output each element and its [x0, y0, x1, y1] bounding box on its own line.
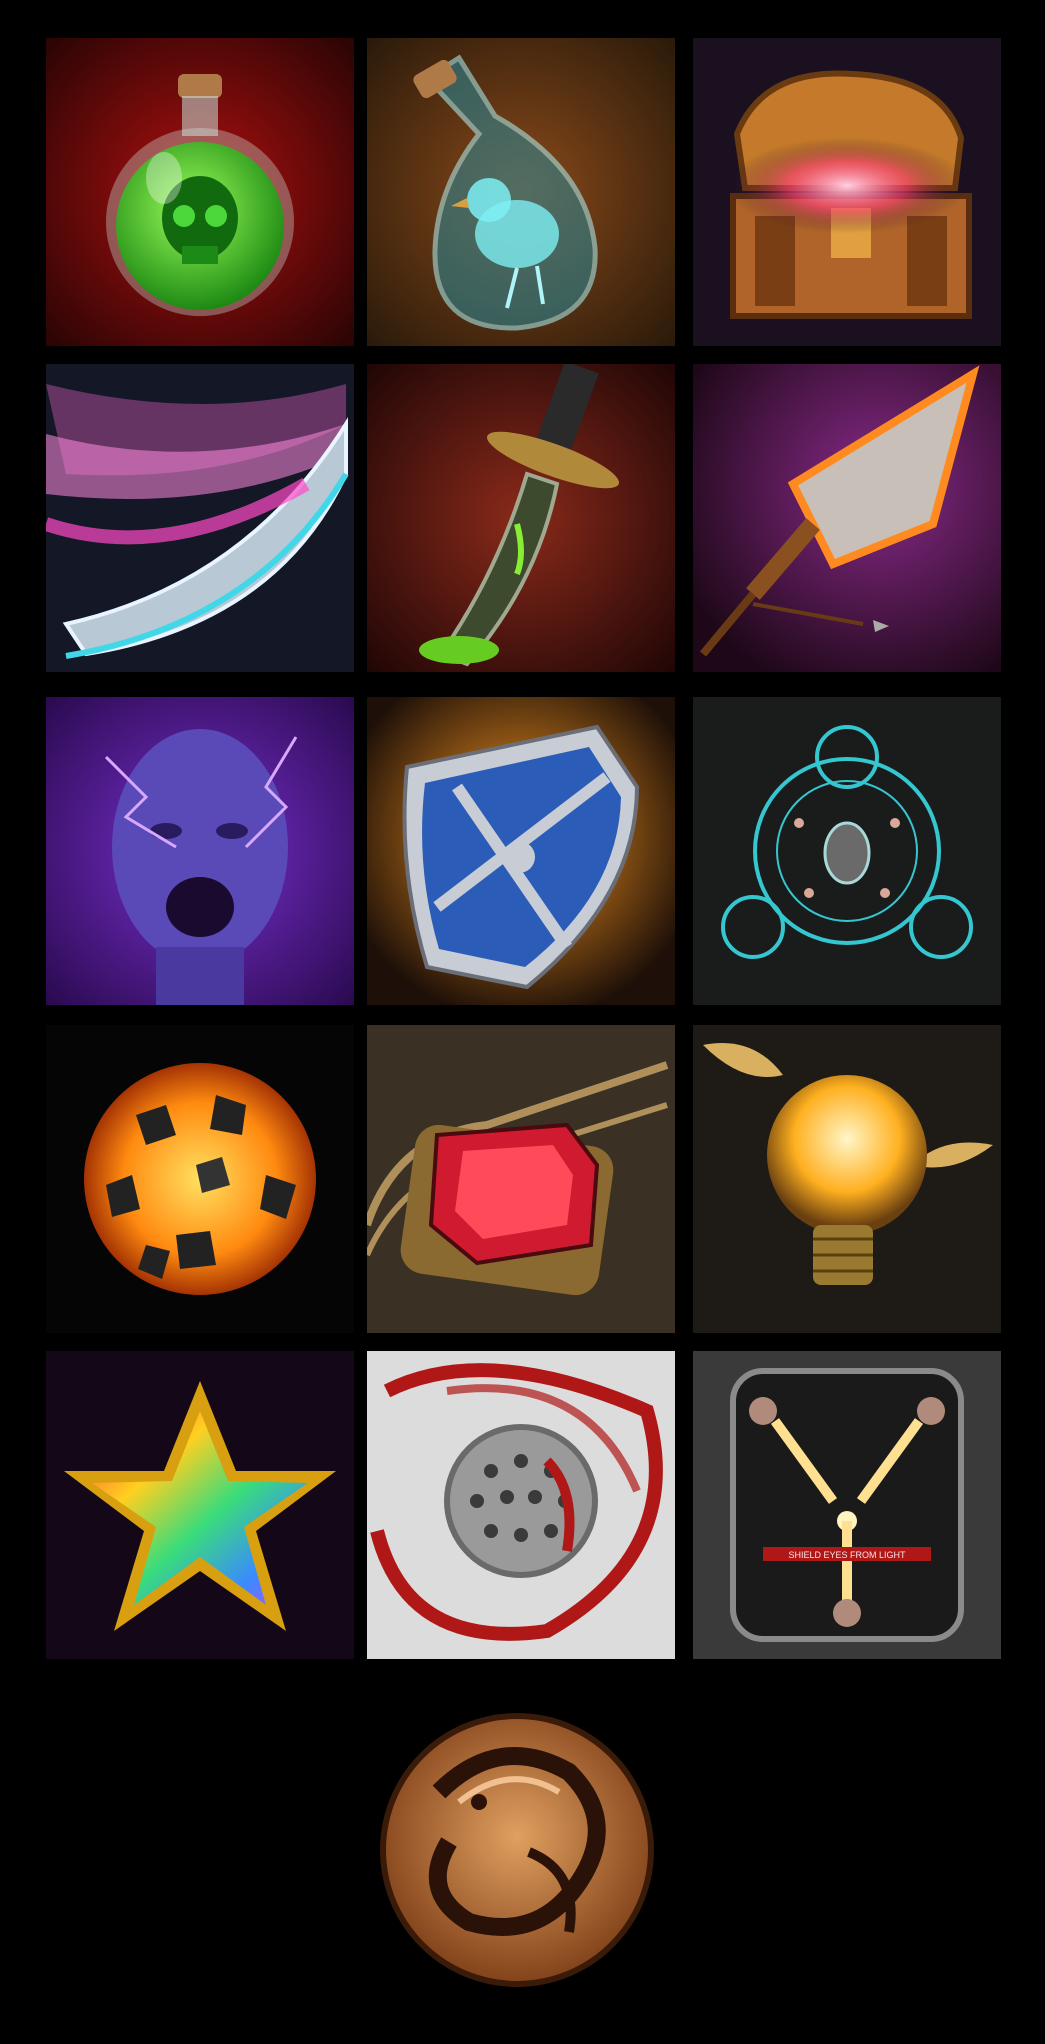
winged-lightbulb-icon	[693, 1025, 1001, 1333]
blue-shield-icon	[367, 697, 675, 1005]
flaming-arrowhead-icon	[693, 364, 1001, 672]
poison-dagger-icon	[367, 364, 675, 672]
flux-capacitor-icon: SHIELD EYES FROM LIGHT	[693, 1351, 1001, 1659]
warning-label: SHIELD EYES FROM LIGHT	[788, 1550, 906, 1560]
shocked-head-icon	[46, 697, 354, 1005]
lava-ball-icon	[46, 1025, 354, 1333]
rainbow-star-icon	[46, 1351, 354, 1659]
red-gem-button-icon	[367, 1025, 675, 1333]
glowing-treasure-chest-icon	[693, 38, 1001, 346]
bird-bottle-potion-icon	[367, 38, 675, 346]
pink-slash-blade-icon	[46, 364, 354, 672]
rune-circle-icon	[693, 697, 1001, 1005]
blood-drain-icon	[367, 1351, 675, 1659]
dragon-medallion-icon	[379, 1712, 655, 1988]
poison-skull-potion-icon	[46, 38, 354, 346]
